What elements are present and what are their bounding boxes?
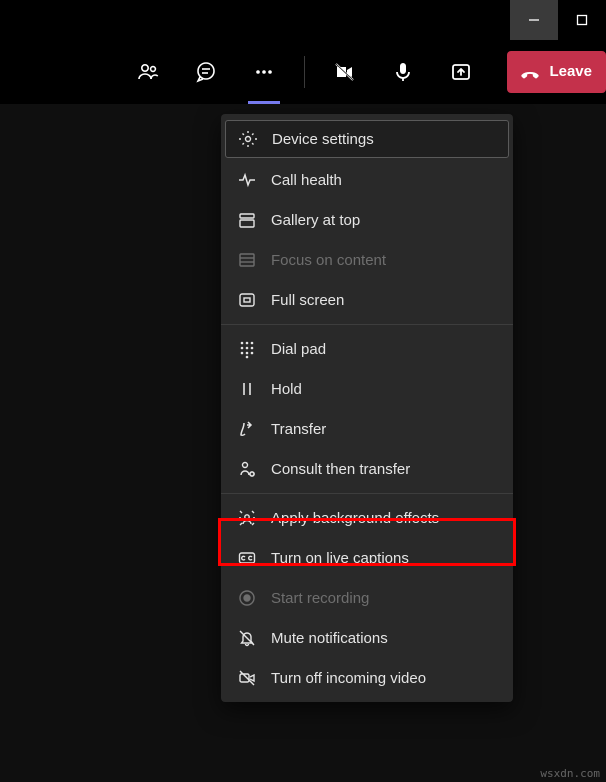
fullscreen-icon: [237, 290, 257, 310]
menu-item-label: Call health: [271, 172, 342, 189]
toolbar-divider: [304, 56, 305, 88]
menu-item-label: Hold: [271, 381, 302, 398]
ellipsis-icon: [252, 60, 276, 84]
focus-icon: [237, 250, 257, 270]
captions-icon: [237, 548, 257, 568]
people-icon: [136, 60, 160, 84]
leave-label: Leave: [549, 63, 592, 80]
menu-item-fullscreen[interactable]: Full screen: [221, 280, 513, 320]
menu-item-live-captions[interactable]: Turn on live captions: [221, 538, 513, 578]
menu-item-start-recording: Start recording: [221, 578, 513, 618]
minimize-icon: [527, 13, 541, 27]
chat-button[interactable]: [188, 54, 224, 90]
dialpad-icon: [237, 339, 257, 359]
menu-item-gallery-top[interactable]: Gallery at top: [221, 200, 513, 240]
menu-item-turn-off-incoming-video[interactable]: Turn off incoming video: [221, 658, 513, 698]
gallery-icon: [237, 210, 257, 230]
menu-item-label: Transfer: [271, 421, 326, 438]
menu-item-label: Device settings: [272, 131, 374, 148]
watermark: wsxdn.com: [540, 767, 600, 780]
menu-separator: [221, 493, 513, 494]
background-effects-icon: [237, 508, 257, 528]
menu-item-device-settings[interactable]: Device settings: [225, 120, 509, 158]
window-titlebar: [0, 0, 606, 40]
camera-off-icon: [333, 60, 357, 84]
menu-item-label: Apply background effects: [271, 510, 439, 527]
microphone-icon: [391, 60, 415, 84]
menu-item-dialpad[interactable]: Dial pad: [221, 329, 513, 369]
menu-item-hold[interactable]: Hold: [221, 369, 513, 409]
meeting-content: Device settings Call health Gallery at t…: [0, 104, 606, 782]
bell-off-icon: [237, 628, 257, 648]
pause-icon: [237, 379, 257, 399]
menu-item-label: Gallery at top: [271, 212, 360, 229]
video-off-icon: [237, 668, 257, 688]
meeting-toolbar: Leave: [0, 40, 606, 104]
menu-item-label: Dial pad: [271, 341, 326, 358]
gear-icon: [238, 129, 258, 149]
microphone-button[interactable]: [385, 54, 421, 90]
menu-item-transfer[interactable]: Transfer: [221, 409, 513, 449]
menu-item-label: Turn on live captions: [271, 550, 409, 567]
chat-icon: [194, 60, 218, 84]
consult-transfer-icon: [237, 459, 257, 479]
menu-item-label: Full screen: [271, 292, 344, 309]
window-maximize-button[interactable]: [558, 0, 606, 40]
camera-button[interactable]: [327, 54, 363, 90]
menu-item-label: Consult then transfer: [271, 461, 410, 478]
people-button[interactable]: [130, 54, 166, 90]
menu-item-label: Focus on content: [271, 252, 386, 269]
hangup-icon: [519, 61, 541, 83]
menu-item-label: Start recording: [271, 590, 369, 607]
menu-item-consult-transfer[interactable]: Consult then transfer: [221, 449, 513, 489]
menu-item-label: Mute notifications: [271, 630, 388, 647]
more-actions-button[interactable]: [246, 54, 282, 90]
menu-item-background-effects[interactable]: Apply background effects: [221, 498, 513, 538]
leave-button[interactable]: Leave: [507, 51, 606, 93]
share-icon: [449, 60, 473, 84]
transfer-icon: [237, 419, 257, 439]
menu-item-label: Turn off incoming video: [271, 670, 426, 687]
share-button[interactable]: [443, 54, 479, 90]
menu-item-mute-notifications[interactable]: Mute notifications: [221, 618, 513, 658]
window-minimize-button[interactable]: [510, 0, 558, 40]
more-actions-menu: Device settings Call health Gallery at t…: [221, 114, 513, 702]
maximize-icon: [575, 13, 589, 27]
menu-separator: [221, 324, 513, 325]
record-icon: [237, 588, 257, 608]
menu-item-call-health[interactable]: Call health: [221, 160, 513, 200]
menu-item-focus-content: Focus on content: [221, 240, 513, 280]
heartbeat-icon: [237, 170, 257, 190]
